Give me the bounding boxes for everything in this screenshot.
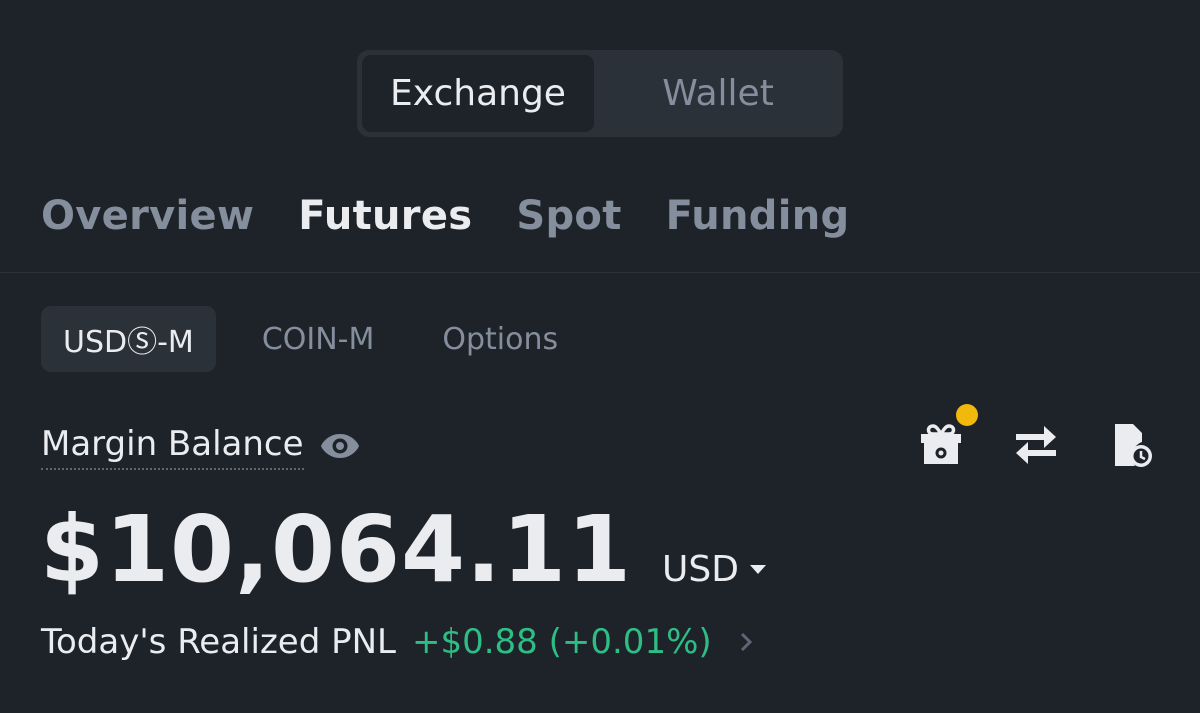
sub-tab-coin-m[interactable]: COIN-M xyxy=(240,306,397,372)
tab-spot[interactable]: Spot xyxy=(516,193,621,239)
margin-balance-value: $10,064.11 xyxy=(40,496,633,603)
currency-label: USD xyxy=(662,549,739,590)
eye-icon[interactable] xyxy=(320,426,360,466)
wallet-toggle-button[interactable]: Wallet xyxy=(598,55,838,132)
futures-sub-tabs: USDⓈ-M COIN-M Options xyxy=(41,306,580,372)
pnl-value: +$0.88 (+0.01%) xyxy=(411,622,712,662)
transfer-icon[interactable] xyxy=(1013,424,1059,470)
tabs-divider xyxy=(0,272,1200,273)
margin-balance-row: $10,064.11 USD xyxy=(40,496,767,603)
sub-tab-options[interactable]: Options xyxy=(420,306,580,372)
exchange-toggle-button[interactable]: Exchange xyxy=(362,55,594,132)
caret-down-icon xyxy=(749,564,766,574)
sub-tab-usds-m[interactable]: USDⓈ-M xyxy=(41,306,216,372)
chevron-right-icon xyxy=(740,632,752,652)
pnl-label: Today's Realized PNL xyxy=(41,622,396,662)
todays-pnl-row[interactable]: Today's Realized PNL +$0.88 (+0.01%) xyxy=(41,615,752,669)
main-tabs: Overview Futures Spot Funding xyxy=(41,188,849,244)
margin-balance-label[interactable]: Margin Balance xyxy=(41,422,304,470)
exchange-wallet-toggle: Exchange Wallet xyxy=(357,50,843,137)
notification-dot xyxy=(956,404,978,426)
tab-overview[interactable]: Overview xyxy=(41,193,254,239)
currency-selector[interactable]: USD xyxy=(662,549,767,590)
margin-balance-header: Margin Balance xyxy=(41,420,360,472)
history-icon[interactable] xyxy=(1112,422,1158,468)
tab-futures[interactable]: Futures xyxy=(298,193,472,239)
tab-funding[interactable]: Funding xyxy=(666,193,850,239)
gift-icon[interactable] xyxy=(918,422,964,468)
